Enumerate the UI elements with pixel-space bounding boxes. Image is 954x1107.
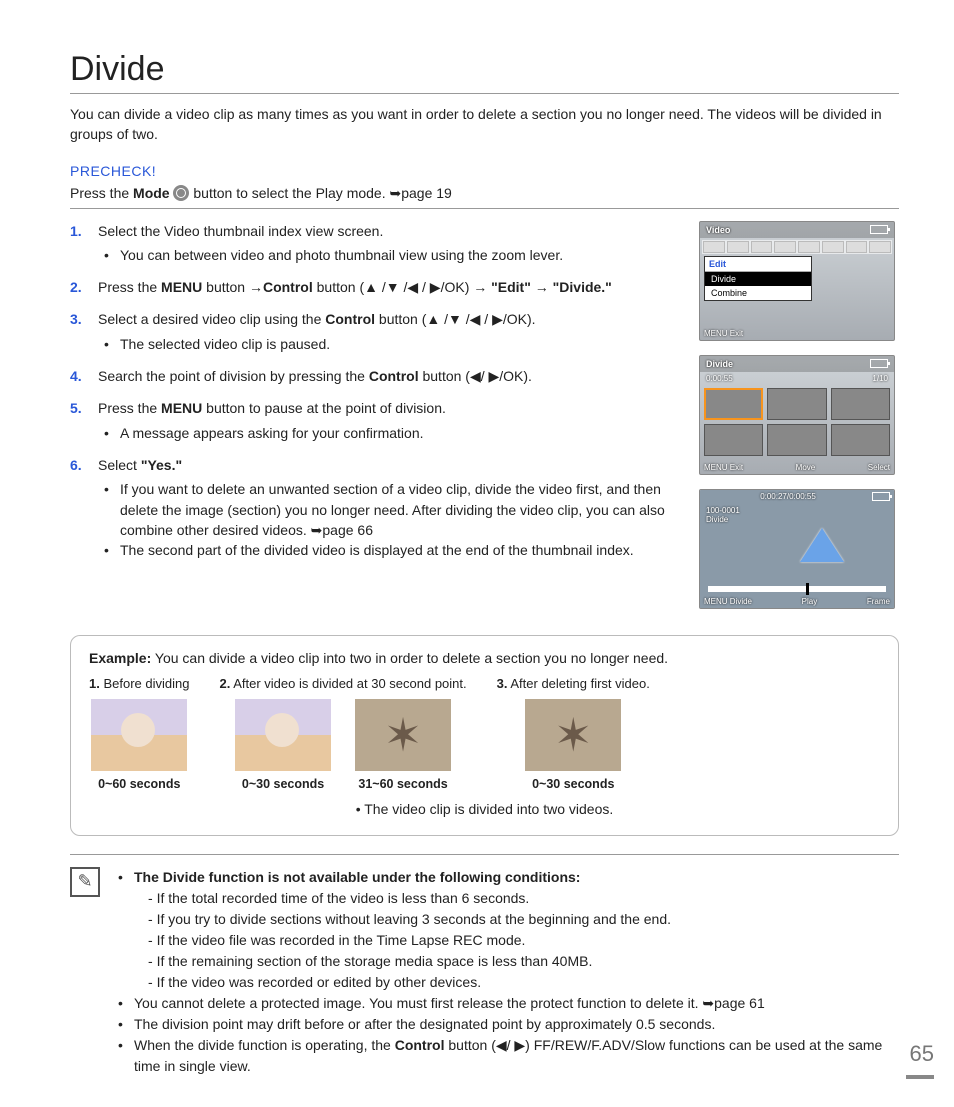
step-item: 4.Search the point of division by pressi… [70, 366, 679, 386]
mode-icon [173, 185, 189, 201]
example-thumbnail [355, 699, 451, 771]
step-item: 3.Select a desired video clip using the … [70, 309, 679, 354]
step-item: 6.Select "Yes."If you want to delete an … [70, 455, 679, 560]
step-item: 5.Press the MENU button to pause at the … [70, 398, 679, 443]
divide-arrow-icon [800, 528, 844, 562]
divider [70, 854, 899, 855]
page-title: Divide [70, 50, 899, 94]
screenshot-divide-play: 0:00:27/0:00:55 100-0001Divide MENU Divi… [699, 489, 895, 609]
example-thumbnail [525, 699, 621, 771]
page-number: 65 [910, 1041, 934, 1067]
note-icon [70, 867, 100, 897]
example-thumbnail [91, 699, 187, 771]
battery-icon [870, 359, 888, 368]
battery-icon [870, 225, 888, 234]
battery-icon [872, 492, 890, 501]
notes-block: The Divide function is not available und… [114, 867, 899, 1077]
steps-list: 1.Select the Video thumbnail index view … [70, 221, 679, 561]
progress-bar [708, 586, 886, 592]
intro-text: You can divide a video clip as many time… [70, 104, 899, 145]
example-thumbnail [235, 699, 331, 771]
precheck-line: Press the Mode button to select the Play… [70, 185, 899, 209]
step-item: 1.Select the Video thumbnail index view … [70, 221, 679, 266]
example-note: The video clip is divided into two video… [89, 801, 880, 817]
screenshot-menu: Video Edit Divide Combine MENU Exit [699, 221, 895, 341]
precheck-label: PRECHECK! [70, 163, 899, 179]
screenshot-thumbs: Divide 0:00:551/10 MENU ExitMoveSelect [699, 355, 895, 475]
step-item: 2.Press the MENU button →Control button … [70, 277, 679, 297]
example-box: Example: You can divide a video clip int… [70, 635, 899, 836]
